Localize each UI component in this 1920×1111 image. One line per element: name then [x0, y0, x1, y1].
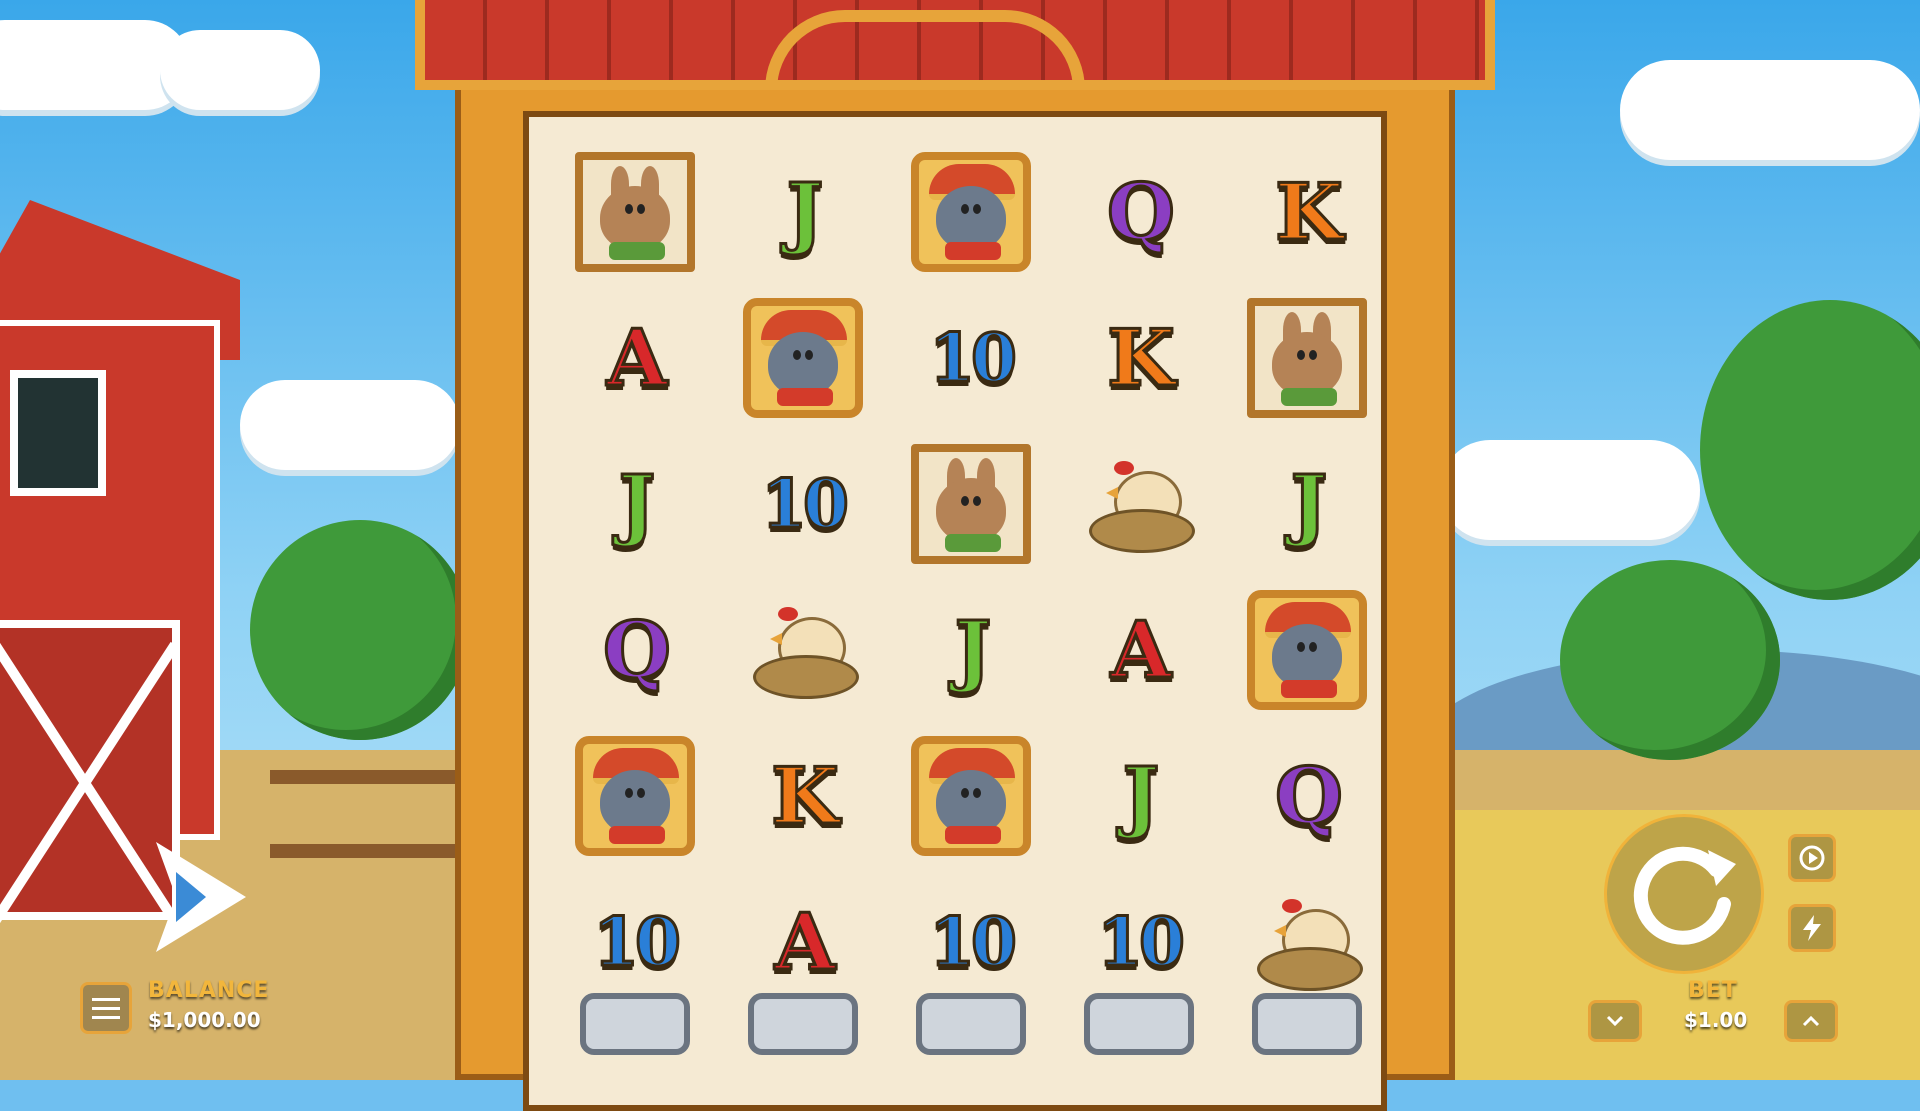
- cloud: [160, 30, 320, 110]
- reel-plate: [580, 993, 690, 1055]
- symbol-letter: J: [785, 165, 825, 259]
- symbol-wolf: [551, 723, 719, 869]
- balance-label: BALANCE: [148, 978, 270, 1003]
- symbol-k: K: [1223, 139, 1391, 285]
- wolf-portrait: [743, 298, 863, 418]
- rabbit-portrait: [911, 444, 1031, 564]
- hamburger-icon: [92, 997, 120, 1001]
- symbol-letter: 10: [928, 902, 1019, 983]
- symbol-ten: 10: [887, 285, 1055, 431]
- balance-value: $1,000.00: [148, 1008, 261, 1032]
- symbol-letter: J: [1121, 749, 1161, 843]
- symbol-hen: [719, 577, 887, 723]
- hamburger-icon: [92, 1006, 120, 1010]
- reel-plate: [748, 993, 858, 1055]
- wolf-portrait: [1247, 590, 1367, 710]
- reel-grid: J Q K A 10 K J 10 J Q J A K J Q 10 A 10 10: [551, 139, 1391, 1015]
- symbol-rabbit: [887, 431, 1055, 577]
- symbol-letter: J: [1289, 457, 1329, 551]
- symbol-wolf: [887, 723, 1055, 869]
- machine-frame: J Q K A 10 K J 10 J Q J A K J Q 10 A 10 10: [455, 75, 1455, 1111]
- symbol-j: J: [887, 577, 1055, 723]
- symbol-letter: 10: [928, 318, 1019, 399]
- symbol-rabbit: [1223, 285, 1391, 431]
- cloud: [1620, 60, 1920, 160]
- hamburger-icon: [92, 1015, 120, 1019]
- spin-arrow-icon: [1633, 846, 1736, 945]
- bet-decrease-button[interactable]: [1588, 1000, 1642, 1042]
- symbol-j: J: [551, 431, 719, 577]
- bet-increase-button[interactable]: [1784, 1000, 1838, 1042]
- symbol-letter: 10: [1096, 902, 1187, 983]
- symbol-letter: Q: [1274, 749, 1345, 843]
- brand-logo: [146, 832, 256, 962]
- barn-window: [10, 370, 106, 496]
- symbol-letter: K: [1274, 165, 1345, 259]
- rabbit-portrait: [1247, 298, 1367, 418]
- symbol-ten: 10: [719, 431, 887, 577]
- symbol-q: Q: [1055, 139, 1223, 285]
- symbol-letter: K: [1106, 311, 1177, 405]
- autoplay-button[interactable]: [1788, 834, 1836, 882]
- hen-in-nest: [748, 595, 859, 705]
- slot-machine: J Q K A 10 K J 10 J Q J A K J Q 10 A 10 10: [415, 0, 1495, 1111]
- symbol-wolf: [1223, 577, 1391, 723]
- barn: [0, 100, 280, 920]
- reel-plates: [551, 993, 1391, 1055]
- symbol-j: J: [1055, 723, 1223, 869]
- menu-button[interactable]: [80, 982, 132, 1034]
- symbol-j: J: [719, 139, 887, 285]
- reel-window: J Q K A 10 K J 10 J Q J A K J Q 10 A 10 10: [523, 111, 1387, 1111]
- symbol-letter: 10: [592, 902, 683, 983]
- tree: [250, 520, 470, 740]
- tree: [1560, 560, 1780, 760]
- reel-plate: [1252, 993, 1362, 1055]
- wolf-portrait: [575, 736, 695, 856]
- wolf-portrait: [911, 736, 1031, 856]
- wolf-portrait: [911, 152, 1031, 272]
- chevron-up-icon: [1802, 1015, 1820, 1027]
- symbol-letter: Q: [602, 603, 673, 697]
- symbol-j: J: [1223, 431, 1391, 577]
- roof-arch: [765, 10, 1085, 90]
- symbol-wolf: [719, 285, 887, 431]
- lightning-icon: [1803, 915, 1821, 941]
- rabbit-portrait: [575, 152, 695, 272]
- symbol-wolf: [887, 139, 1055, 285]
- cloud: [1440, 440, 1700, 540]
- symbol-rabbit: [551, 139, 719, 285]
- symbol-letter: J: [953, 603, 993, 697]
- symbol-k: K: [719, 723, 887, 869]
- turbo-button[interactable]: [1788, 904, 1836, 952]
- bet-label: BET: [1688, 978, 1738, 1003]
- reel-plate: [1084, 993, 1194, 1055]
- symbol-q: Q: [1223, 723, 1391, 869]
- symbol-hen: [1055, 431, 1223, 577]
- symbol-letter: 10: [760, 464, 851, 545]
- symbol-letter: A: [605, 311, 668, 405]
- bet-value: $1.00: [1684, 1008, 1748, 1032]
- symbol-letter: Q: [1106, 165, 1177, 259]
- symbol-letter: A: [773, 895, 836, 989]
- symbol-letter: K: [770, 749, 841, 843]
- symbol-letter: A: [1109, 603, 1172, 697]
- autoplay-icon: [1799, 845, 1825, 871]
- chevron-down-icon: [1606, 1015, 1624, 1027]
- machine-roof: [415, 0, 1495, 90]
- hen-in-nest: [1084, 449, 1195, 559]
- symbol-a: A: [1055, 577, 1223, 723]
- symbol-k: K: [1055, 285, 1223, 431]
- hen-in-nest: [1252, 887, 1363, 997]
- symbol-a: A: [551, 285, 719, 431]
- symbol-letter: J: [617, 457, 657, 551]
- spin-button[interactable]: [1604, 814, 1764, 974]
- reel-plate: [916, 993, 1026, 1055]
- symbol-q: Q: [551, 577, 719, 723]
- fence: [270, 770, 460, 858]
